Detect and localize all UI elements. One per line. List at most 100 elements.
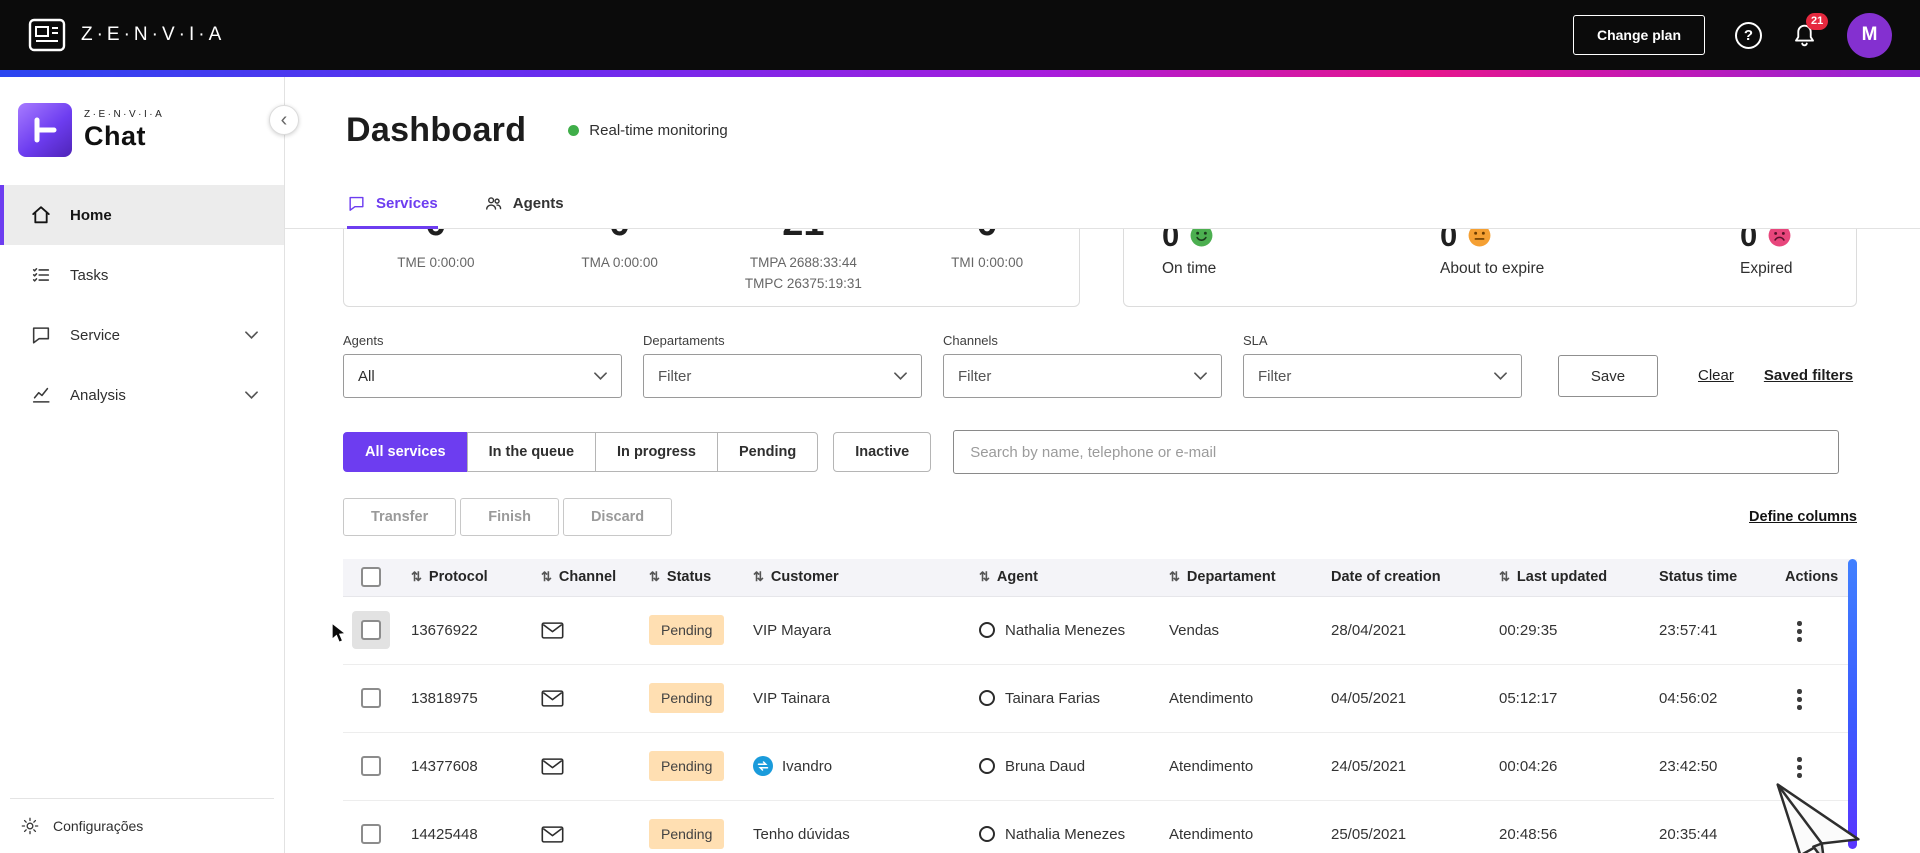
table-row: 13676922 Pending VIP Mayara Nathalia Men… [343,596,1857,665]
departaments-select[interactable]: Filter [643,354,922,398]
sort-last-updated-icon[interactable]: ⇅ [1499,569,1510,584]
change-plan-button[interactable]: Change plan [1572,15,1705,55]
sidebar-item-service[interactable]: Service [0,305,284,365]
sla-card: 0 On time 0 About to expire 0 Expired [1123,229,1857,307]
zenvia-brand: Z·E·N·V·I·A [28,16,225,54]
tab-services[interactable]: Services [347,194,438,229]
transfer-channel-icon [753,756,773,776]
row-actions-menu[interactable] [1785,751,1814,784]
tab-label: Services [376,195,438,212]
cell-last-updated: 20:48:56 [1487,800,1647,853]
sort-status-icon[interactable]: ⇅ [649,569,660,584]
topbar-actions: Change plan ? 21 M [1572,12,1892,58]
chat-logo-icon [18,103,72,157]
row-checkbox[interactable] [361,824,381,844]
column-label: Agent [996,569,1038,586]
sort-protocol-icon[interactable]: ⇅ [411,569,422,584]
page-header: Dashboard Real-time monitoring [285,77,1920,150]
sort-customer-icon[interactable]: ⇅ [753,569,764,584]
col-actions: Actions [1773,559,1857,597]
user-avatar[interactable]: M [1847,12,1892,58]
brand-gradient-bar [0,70,1920,77]
cell-protocol: 14377608 [399,732,529,801]
metric-about-to-expire: 0 About to expire [1440,229,1740,306]
cell-agent: Tainara Farias [967,664,1157,733]
finish-button[interactable]: Finish [460,498,559,536]
cell-status-time: 23:57:41 [1647,596,1773,665]
chevron-down-icon [245,331,258,339]
expired-smiley-icon [1768,229,1791,247]
agents-select[interactable]: All [343,354,622,398]
on-time-smiley-icon [1190,229,1213,247]
cell-last-updated: 00:29:35 [1487,596,1647,665]
cell-channel [529,664,637,733]
col-department: ⇅ Departament [1157,559,1319,597]
sla-select[interactable]: Filter [1243,354,1522,398]
filter-label: Agents [343,333,384,348]
filter-pending[interactable]: Pending [717,432,819,472]
cell-channel [529,800,637,853]
select-all-checkbox[interactable] [361,567,381,588]
collapse-sidebar-button[interactable]: ‹ [269,105,299,135]
cell-date-of-creation: 25/05/2021 [1319,800,1487,853]
cell-select [343,800,399,853]
col-select [343,559,399,597]
cell-status-time: 23:42:50 [1647,732,1773,801]
cell-status: Pending [637,596,741,665]
sidebar-item-tasks[interactable]: Tasks [0,245,284,305]
column-label: Status time [1659,569,1738,586]
row-checkbox[interactable] [361,756,381,776]
saved-filters-link[interactable]: Saved filters [1764,367,1853,384]
row-actions-menu[interactable] [1785,683,1814,716]
channels-select[interactable]: Filter [943,354,1222,398]
email-channel-icon [541,690,564,707]
row-checkbox[interactable] [361,620,381,640]
discard-button[interactable]: Discard [562,498,673,536]
define-columns-link[interactable]: Define columns [1749,509,1857,525]
analysis-icon [32,387,50,403]
save-filters-button[interactable]: Save [1558,355,1658,397]
sidebar-item-settings[interactable]: Configurações [10,798,274,853]
question-mark-icon: ? [1743,26,1754,44]
chevron-down-icon [594,372,607,380]
metric-tmpa-tmpc: 21 TMPA 2688:33:44 TMPC 26375:19:31 [712,229,896,306]
paper-plane-decoration [1776,783,1860,853]
select-value: Filter [958,367,992,385]
cell-department: Atendimento [1157,732,1319,801]
metric-value: 0 [344,229,528,246]
transfer-button[interactable]: Transfer [343,498,457,536]
search-input[interactable] [953,430,1840,474]
help-button[interactable]: ? [1735,21,1762,49]
metric-tme: 0 TME 0:00:00 [344,229,528,306]
tab-agents[interactable]: Agents [484,194,564,229]
sidebar-item-home[interactable]: Home [0,185,284,245]
chevron-down-icon [1194,372,1207,380]
metric-value: 0 [1162,229,1180,253]
metric-label: TMPC 26375:19:31 [744,275,862,291]
clear-filters-link[interactable]: Clear [1698,367,1734,384]
stats-strip: 0 TME 0:00:00 0 TMA 0:00:00 21 TMPA 2688… [285,229,1920,307]
filter-inactive[interactable]: Inactive [833,432,932,472]
col-last-updated: ⇅ Last updated [1487,559,1647,597]
sort-department-icon[interactable]: ⇅ [1169,569,1180,584]
row-checkbox[interactable] [361,688,381,708]
filters-row: Agents All Departaments Filter Channels … [285,333,1920,398]
sort-channel-icon[interactable]: ⇅ [541,569,552,584]
zenvia-logo-icon [28,18,66,52]
filter-in-progress[interactable]: In progress [595,432,718,472]
agent-avatar-icon [979,758,995,774]
sidebar-item-label: Home [70,206,112,224]
row-actions-menu[interactable] [1785,615,1814,648]
sort-agent-icon[interactable]: ⇅ [979,569,990,584]
cell-status: Pending [637,800,741,853]
filter-all-services[interactable]: All services [343,432,468,472]
col-customer: ⇅ Customer [741,559,967,597]
status-badge: Pending [649,615,725,645]
column-label: Date of creation [1331,569,1441,586]
cell-customer: Tenho dúvidas [741,800,967,853]
notifications-button[interactable]: 21 [1792,12,1829,49]
settings-label: Configurações [53,818,144,834]
filter-in-the-queue[interactable]: In the queue [466,432,597,472]
sidebar-item-analysis[interactable]: Analysis [0,365,284,425]
cell-department: Vendas [1157,596,1319,665]
